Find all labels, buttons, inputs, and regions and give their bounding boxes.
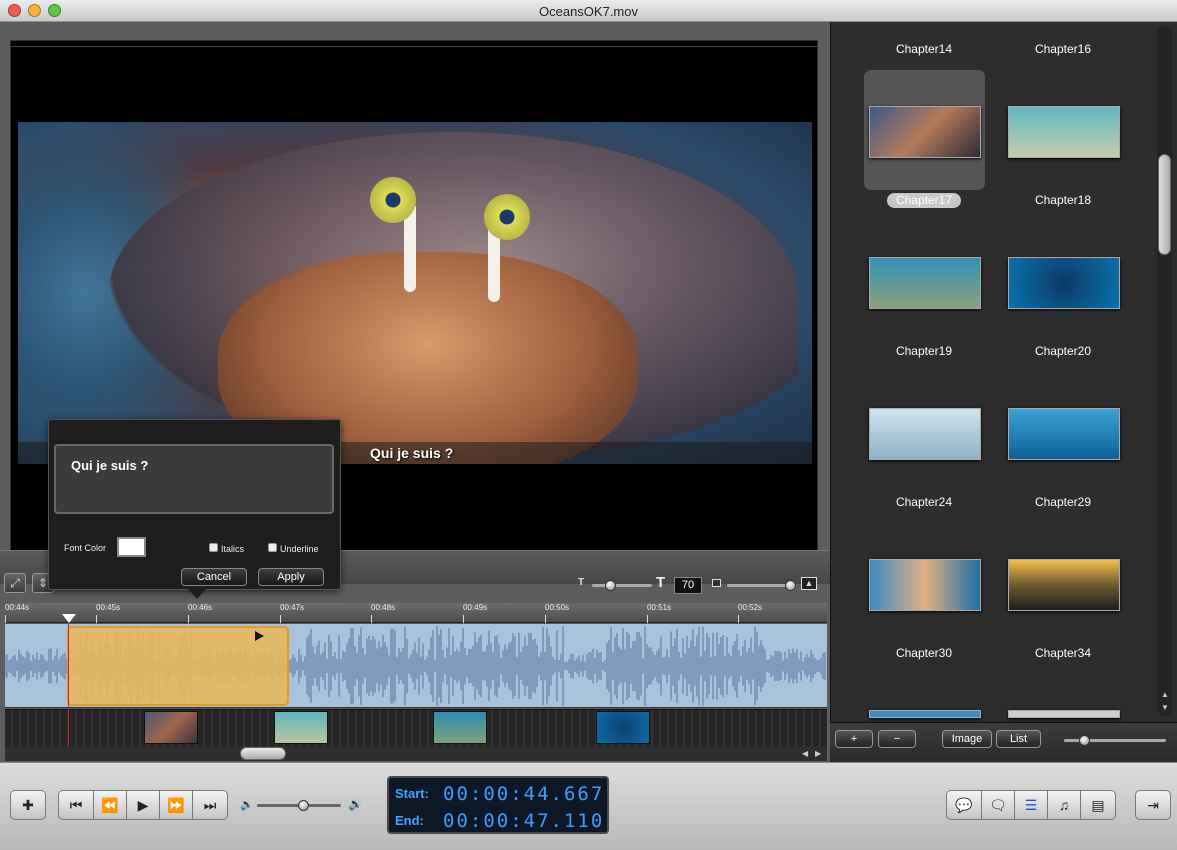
- subtitle-text: Qui je suis ?: [370, 445, 454, 461]
- filmstrip-frame: [274, 711, 328, 744]
- popover-arrow: [188, 589, 206, 599]
- scroll-left-icon[interactable]: ◀: [802, 749, 808, 758]
- ruler-tick: 00:51s: [647, 603, 672, 623]
- chapter-label: Chapter30: [895, 646, 953, 660]
- video-filmstrip[interactable]: [5, 709, 827, 746]
- font-size-slider[interactable]: [592, 584, 652, 587]
- play-icon[interactable]: ▶: [126, 790, 160, 820]
- ruler-tick: 00:45s: [96, 603, 121, 623]
- chapter-label-selected[interactable]: Chapter17: [887, 193, 961, 208]
- video-frame-image: Qui je suis ?: [18, 122, 812, 464]
- ruler-tick: 00:47s: [280, 603, 305, 623]
- chapter-label: Chapter18: [1034, 193, 1092, 207]
- fit-timeline-icon[interactable]: ⤢: [4, 573, 26, 593]
- app-window: OceansOK7.mov Qui je suis ? ⤢ ⇕ T T 70 ▲…: [0, 0, 1177, 850]
- timeline-scroll-thumb[interactable]: [240, 747, 286, 760]
- chapter-thumbnail[interactable]: [869, 408, 981, 460]
- chapter-thumbnail[interactable]: [869, 710, 981, 718]
- chapter-label: Chapter14: [895, 42, 953, 56]
- remove-chapter-button[interactable]: −: [878, 730, 916, 748]
- clip-play-icon[interactable]: [255, 631, 264, 641]
- chapter-thumbnail[interactable]: [1008, 106, 1120, 158]
- cancel-button[interactable]: Cancel: [181, 568, 247, 586]
- video-eye: [370, 177, 416, 223]
- filmstrip-frame: [596, 711, 650, 744]
- subtitle-list-icon[interactable]: 🗨: [981, 790, 1015, 820]
- viewer-border-line: [11, 46, 817, 47]
- chapter-thumbnail[interactable]: [1008, 257, 1120, 309]
- chapter-label: Chapter16: [1034, 42, 1092, 56]
- chapter-label: Chapter29: [1034, 495, 1092, 509]
- chapter-thumbnail[interactable]: [1008, 408, 1120, 460]
- volume-high-icon: 🔊: [348, 797, 363, 811]
- font-size-small-icon: T: [578, 577, 585, 588]
- ruler-tick: 00:44s: [5, 603, 30, 623]
- italics-label: Italics: [221, 544, 245, 554]
- export-icon[interactable]: ⇥: [1135, 790, 1171, 820]
- scroll-down-icon[interactable]: ▼: [1161, 703, 1169, 712]
- fast-forward-icon[interactable]: ⏩: [159, 790, 193, 820]
- title-bar: OceansOK7.mov: [0, 0, 1177, 22]
- subtitle-bubble-icon[interactable]: 💬: [946, 790, 982, 820]
- font-color-label: Font Color: [64, 543, 107, 553]
- music-icon[interactable]: ♫: [1047, 790, 1081, 820]
- font-size-value[interactable]: 70: [674, 577, 702, 594]
- volume-low-icon: 🔈: [240, 799, 254, 811]
- underline-checkbox[interactable]: [268, 543, 277, 552]
- chapter-label: Chapter24: [895, 495, 953, 509]
- underline-label: Underline: [280, 544, 319, 554]
- volume-slider-knob[interactable]: [298, 800, 309, 811]
- go-end-icon[interactable]: ⏭: [192, 790, 228, 820]
- end-label: End:: [395, 813, 424, 828]
- chapter-thumb-size-knob[interactable]: [1079, 735, 1090, 746]
- playhead-line: [68, 624, 69, 746]
- subtitle-editor-popover: Qui je suis ? Font Color Italics Underli…: [48, 419, 341, 599]
- subtitle-text-input[interactable]: Qui je suis ?: [54, 444, 334, 514]
- chapter-thumbnail[interactable]: [869, 106, 981, 158]
- chapter-thumbnail[interactable]: [1008, 710, 1120, 718]
- font-size-large-icon: T: [656, 574, 666, 591]
- ruler-tick: 00:52s: [738, 603, 763, 623]
- start-label: Start:: [395, 786, 429, 801]
- window-title: OceansOK7.mov: [539, 4, 638, 19]
- apply-button[interactable]: Apply: [258, 568, 324, 586]
- chapters-scroll-thumb[interactable]: [1158, 154, 1171, 255]
- add-chapter-button[interactable]: +: [835, 730, 873, 748]
- chapter-label: Chapter19: [895, 344, 953, 358]
- end-timecode[interactable]: 00:00:47.110: [443, 810, 604, 832]
- chapters-scrollbar[interactable]: [1157, 26, 1172, 716]
- rewind-icon[interactable]: ⏪: [93, 790, 127, 820]
- ruler-tick: 00:50s: [545, 603, 570, 623]
- ruler-tick: 00:48s: [371, 603, 396, 623]
- chapter-thumbnail[interactable]: [869, 257, 981, 309]
- chapters-list-icon[interactable]: ☰: [1014, 790, 1048, 820]
- thumbnail-size-slider-knob[interactable]: [785, 580, 796, 591]
- image-small-icon: [712, 579, 721, 587]
- scroll-up-icon[interactable]: ▲: [1161, 690, 1169, 699]
- ruler-tick: 00:46s: [188, 603, 213, 623]
- list-view-button[interactable]: List: [996, 730, 1041, 748]
- scroll-right-icon[interactable]: ▶: [815, 749, 821, 758]
- italics-checkbox[interactable]: [209, 543, 218, 552]
- font-size-slider-knob[interactable]: [605, 580, 616, 591]
- font-color-swatch[interactable]: [117, 537, 146, 557]
- document-icon[interactable]: ▤: [1080, 790, 1116, 820]
- image-view-button[interactable]: Image: [942, 730, 992, 748]
- image-large-icon: ▲: [801, 577, 817, 590]
- chapter-label: Chapter20: [1034, 344, 1092, 358]
- filmstrip-frame: [144, 711, 198, 744]
- go-start-icon[interactable]: ⏮: [58, 790, 94, 820]
- start-timecode[interactable]: 00:00:44.667: [443, 783, 604, 805]
- time-ruler[interactable]: 00:44s 00:45s 00:46s 00:47s 00:48s 00:49…: [5, 603, 827, 623]
- chapter-thumbnail[interactable]: [869, 559, 981, 611]
- ruler-tick: 00:49s: [463, 603, 488, 623]
- add-subtitle-icon[interactable]: ✚: [10, 790, 46, 820]
- video-eye: [484, 194, 530, 240]
- filmstrip-frame: [433, 711, 487, 744]
- timeline-horizontal-scrollbar[interactable]: [5, 746, 827, 761]
- chapter-thumbnail[interactable]: [1008, 559, 1120, 611]
- playhead-handle[interactable]: [62, 614, 76, 623]
- timecode-display: Start: 00:00:44.667 End: 00:00:47.110: [387, 776, 609, 834]
- chapter-label: Chapter34: [1034, 646, 1092, 660]
